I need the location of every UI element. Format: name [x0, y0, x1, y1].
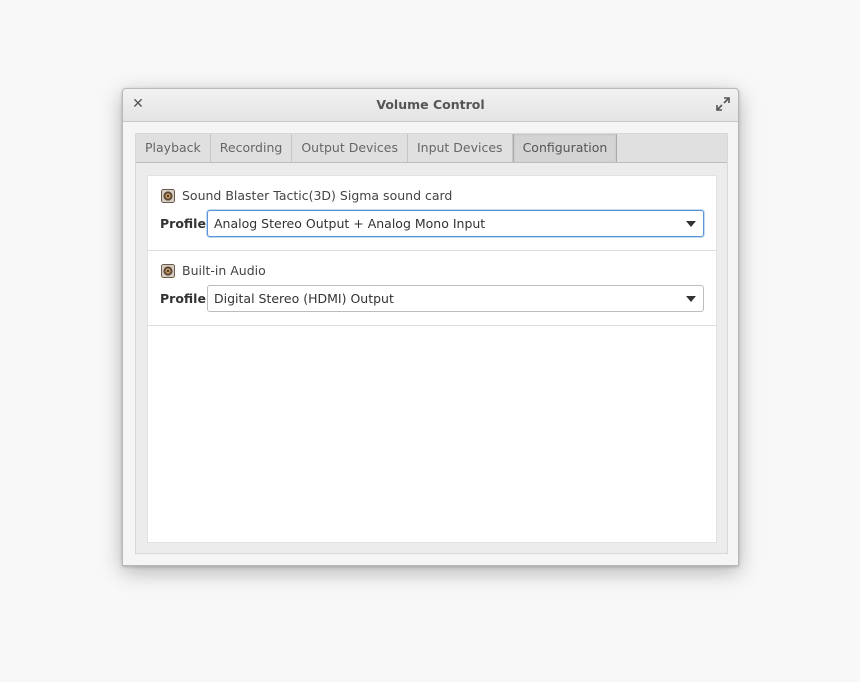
profile-value: Analog Stereo Output + Analog Mono Input — [214, 216, 486, 231]
device-name: Built-in Audio — [182, 263, 266, 278]
card-header: Sound Blaster Tactic(3D) Sigma sound car… — [161, 188, 452, 203]
titlebar[interactable]: ✕ Volume Control — [123, 89, 738, 122]
profile-label: Profile: — [160, 291, 211, 306]
profile-dropdown[interactable]: Analog Stereo Output + Analog Mono Input — [207, 210, 704, 237]
device-name: Sound Blaster Tactic(3D) Sigma sound car… — [182, 188, 453, 203]
tab-output-devices[interactable]: Output Devices — [292, 134, 408, 162]
audio-card-icon — [161, 188, 175, 203]
maximize-icon[interactable] — [716, 97, 730, 111]
configuration-panel: Sound Blaster Tactic(3D) Sigma sound car… — [147, 175, 717, 543]
card-built-in-audio: Built-in Audio Profile: Digital Stereo (… — [148, 251, 716, 326]
card-sound-blaster: Sound Blaster Tactic(3D) Sigma sound car… — [148, 176, 716, 251]
notebook: Playback Recording Output Devices Input … — [135, 133, 728, 554]
tab-recording[interactable]: Recording — [211, 134, 293, 162]
chevron-down-icon — [686, 221, 696, 227]
profile-label: Profile: — [160, 216, 211, 231]
card-header: Built-in Audio — [161, 263, 266, 278]
window-title: Volume Control — [376, 97, 485, 112]
profile-value: Digital Stereo (HDMI) Output — [214, 291, 394, 306]
profile-dropdown[interactable]: Digital Stereo (HDMI) Output — [207, 285, 704, 312]
chevron-down-icon — [686, 296, 696, 302]
tab-configuration[interactable]: Configuration — [512, 134, 618, 162]
volume-control-window: ✕ Volume Control Playback Recording Outp… — [122, 88, 739, 566]
tab-playback[interactable]: Playback — [136, 134, 211, 162]
tab-bar: Playback Recording Output Devices Input … — [136, 134, 727, 163]
audio-card-icon — [161, 263, 175, 278]
tab-input-devices[interactable]: Input Devices — [408, 134, 513, 162]
